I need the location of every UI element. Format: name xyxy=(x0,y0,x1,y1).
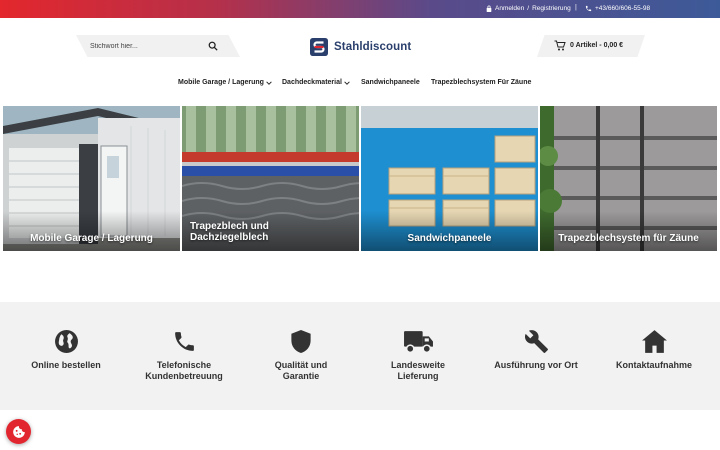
feature-label-line: Lieferung xyxy=(397,371,439,381)
nav-item-label: Sandwichpaneele xyxy=(361,79,420,86)
category-label: Trapezblechsystem für Zäune xyxy=(558,233,699,244)
register-link[interactable]: Registrierung xyxy=(532,5,571,12)
stahldiscount-logo-icon xyxy=(310,38,328,56)
lock-icon xyxy=(486,5,492,12)
main-navigation: Mobile Garage / Lagerung Dachdeckmateria… xyxy=(0,79,720,91)
nav-item-sandwichpaneele[interactable]: Sandwichpaneele xyxy=(361,79,420,86)
wrench-icon xyxy=(524,330,548,353)
feature-label-line: Telefonische xyxy=(156,360,212,370)
search-icon xyxy=(208,41,218,51)
logo-text: Stahldiscount xyxy=(334,41,412,53)
auth-separator: / xyxy=(527,5,530,12)
chevron-down-icon xyxy=(344,80,350,85)
feature-label-line: Ausführung vor Ort xyxy=(494,360,578,370)
nav-item-trapezblechsystem[interactable]: Trapezblechsystem Für Zäune xyxy=(431,79,531,86)
feature-label-line: Garantie xyxy=(282,371,320,381)
home-icon xyxy=(641,330,667,353)
account-links: Anmelden / Registrierung xyxy=(486,5,571,12)
category-tile-zaune[interactable]: Trapezblechsystem für Zäune xyxy=(540,106,717,251)
phone-link[interactable]: +43/660/606-55-98 xyxy=(585,5,650,12)
feature-label-line: Landesweite xyxy=(390,360,446,370)
shopping-cart-icon xyxy=(554,40,566,51)
cart-button[interactable]: 0 Artikel - 0,00 € xyxy=(537,35,645,57)
category-label: Mobile Garage / Lagerung xyxy=(30,233,153,244)
category-tile-trapezblech[interactable]: Trapezblech und Dachziegelblech xyxy=(182,106,359,251)
phone-icon xyxy=(174,332,194,351)
truck-icon xyxy=(403,331,433,354)
chevron-down-icon xyxy=(266,80,272,85)
phone-number: +43/660/606-55-98 xyxy=(595,5,651,12)
search-box xyxy=(76,35,240,57)
category-tile-mobile-garage[interactable]: Mobile Garage / Lagerung xyxy=(3,106,180,251)
nav-item-label: Mobile Garage / Lagerung xyxy=(178,79,264,86)
cookie-icon xyxy=(12,425,25,438)
logo[interactable]: Stahldiscount xyxy=(310,38,411,56)
feature-label-line: Online bestellen xyxy=(31,360,101,370)
category-label: Trapezblech und Dachziegelblech xyxy=(190,221,359,243)
category-label-line: Trapezblech und xyxy=(190,221,269,232)
category-label: Sandwichpaneele xyxy=(407,233,492,244)
topbar-divider: | xyxy=(575,4,577,11)
login-link[interactable]: Anmelden xyxy=(495,5,524,12)
category-tile-sandwichpaneele[interactable]: Sandwichpaneele xyxy=(361,106,538,251)
nav-item-dachdeckmaterial[interactable]: Dachdeckmaterial xyxy=(282,79,350,86)
cart-summary: 0 Artikel - 0,00 € xyxy=(570,42,624,49)
shield-icon xyxy=(291,329,311,354)
nav-item-mobile-garage[interactable]: Mobile Garage / Lagerung xyxy=(178,79,272,86)
top-bar: Anmelden / Registrierung | +43/660/606-5… xyxy=(0,0,720,18)
category-label-line: Dachziegelblech xyxy=(190,232,269,243)
nav-item-label: Trapezblechsystem Für Zäune xyxy=(431,79,532,86)
globe-icon xyxy=(54,330,78,353)
feature-label-line: Qualität und xyxy=(274,360,328,370)
feature-label-line: Kontaktaufnahme xyxy=(615,360,692,370)
feature-label-line: Kundenbetreuung xyxy=(145,371,223,381)
search-input[interactable] xyxy=(90,39,200,53)
nav-item-label: Dachdeckmaterial xyxy=(282,79,342,86)
phone-icon xyxy=(585,5,592,12)
cookie-settings-button[interactable] xyxy=(6,419,31,444)
features-band: Online bestellen Telefonische Kundenbetr… xyxy=(0,302,720,410)
search-button[interactable] xyxy=(206,39,220,53)
